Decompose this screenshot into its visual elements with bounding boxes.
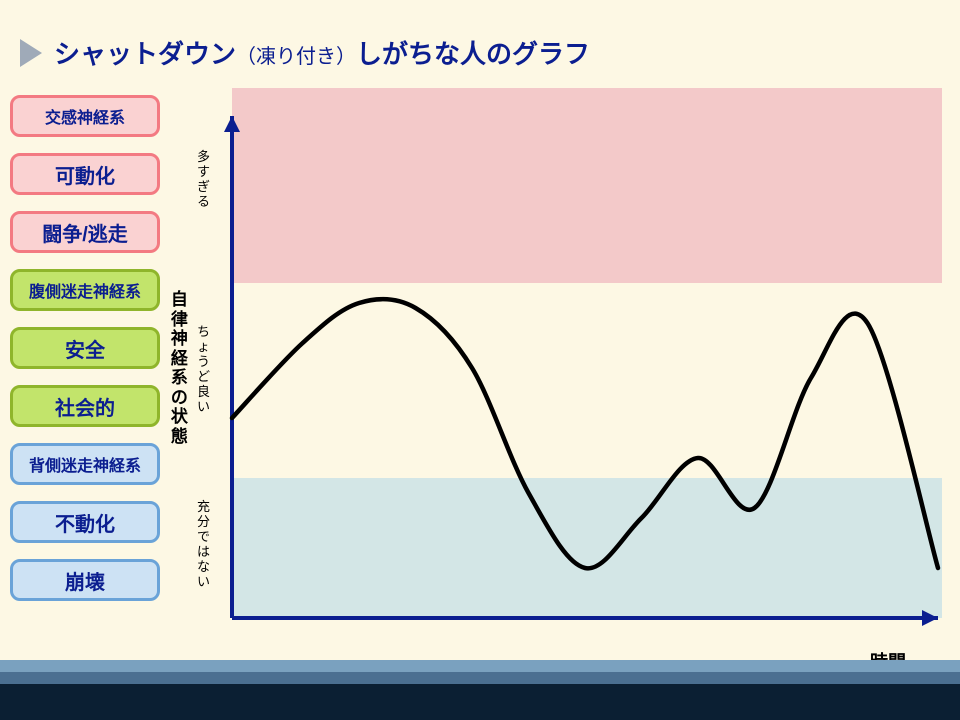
footer-bar-3 bbox=[0, 696, 960, 708]
footer-stripes bbox=[0, 660, 960, 720]
zone-band-bottom bbox=[232, 478, 942, 618]
footer-bar-1 bbox=[0, 672, 960, 684]
legend-green-2: 社会的 bbox=[10, 385, 160, 427]
legend-blue-1: 不動化 bbox=[10, 501, 160, 543]
legend-blue-0: 背側迷走神経系 bbox=[10, 443, 160, 485]
y-axis-title: 自律神経系の状態 bbox=[170, 290, 189, 446]
zone-label-middle: ちょうど良い bbox=[197, 325, 210, 415]
title-sub: （凍り付き） bbox=[236, 46, 356, 68]
title-post: しがちな人のグラフ bbox=[356, 39, 590, 69]
footer-bar-4 bbox=[0, 708, 960, 720]
footer-bar-2 bbox=[0, 684, 960, 696]
legend-blue-2: 崩壊 bbox=[10, 559, 160, 601]
legend-sidebar: 交感神経系 可動化 闘争/逃走 腹側迷走神経系 安全 社会的 背側迷走神経系 不… bbox=[10, 95, 160, 617]
legend-green-0: 腹側迷走神経系 bbox=[10, 269, 160, 311]
legend-pink-0: 交感神経系 bbox=[10, 95, 160, 137]
slide-title: シャットダウン（凍り付き）しがちな人のグラフ bbox=[20, 34, 590, 71]
title-pre: シャットダウン bbox=[54, 39, 236, 69]
title-text: シャットダウン（凍り付き）しがちな人のグラフ bbox=[54, 34, 590, 71]
legend-pink-2: 闘争/逃走 bbox=[10, 211, 160, 253]
zone-band-top bbox=[232, 88, 942, 283]
legend-green-1: 安全 bbox=[10, 327, 160, 369]
chart-plot bbox=[220, 88, 942, 633]
footer-bar-0 bbox=[0, 660, 960, 672]
title-arrow-icon bbox=[20, 39, 42, 67]
zone-label-bottom: 充分ではない bbox=[197, 500, 210, 590]
zone-label-top: 多すぎる bbox=[197, 150, 210, 210]
legend-pink-1: 可動化 bbox=[10, 153, 160, 195]
